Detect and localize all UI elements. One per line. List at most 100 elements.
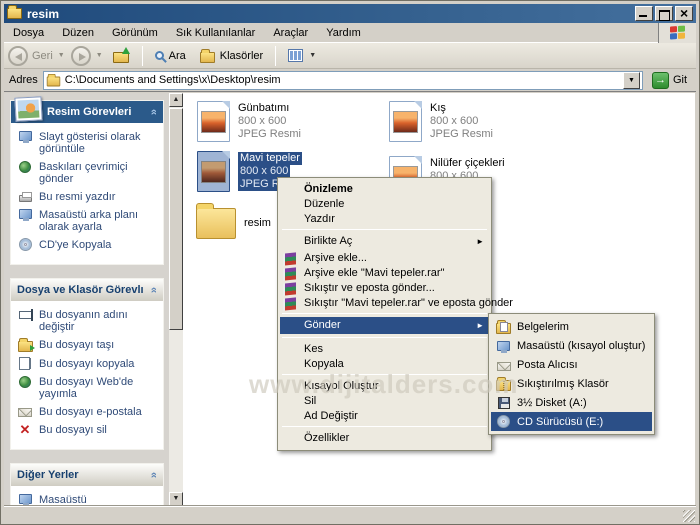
sendto-posta-alicisi[interactable]: Posta Alıcısı <box>491 355 652 374</box>
copy-icon <box>17 357 33 370</box>
task-copy-file[interactable]: Bu dosyayı kopyala <box>17 357 159 370</box>
scroll-down-button[interactable] <box>169 492 183 506</box>
file-name: Günbatımı <box>238 102 290 114</box>
forward-dropdown-icon[interactable]: ▼ <box>96 52 103 59</box>
back-button-label[interactable]: Geri <box>32 50 53 62</box>
menu-item-sil[interactable]: Sil <box>280 393 489 408</box>
send-to-submenu: Belgelerim Masaüstü (kısayol oluştur) Po… <box>488 313 655 435</box>
place-desktop[interactable]: Masaüstü <box>17 493 159 506</box>
task-order-prints[interactable]: Baskıları çevrimiçi gönder <box>17 160 159 185</box>
task-set-desktop-background[interactable]: Masaüstü arka planı olarak ayarla <box>17 208 159 233</box>
menu-sik-kullanilanlar[interactable]: Sık Kullanılanlar <box>167 24 265 42</box>
back-button-icon[interactable] <box>8 45 28 66</box>
toolbar-separator <box>275 45 277 66</box>
address-folder-icon <box>46 73 60 87</box>
address-path[interactable]: C:\Documents and Settings\x\Desktop\resi… <box>65 74 619 86</box>
menu-yardim[interactable]: Yardım <box>317 24 370 42</box>
back-dropdown-icon[interactable]: ▼ <box>58 52 65 59</box>
views-dropdown-icon: ▼ <box>309 52 317 59</box>
resize-grip[interactable] <box>683 510 695 522</box>
menu-item-kopyala[interactable]: Kopyala <box>280 356 489 371</box>
scrollbar-thumb[interactable] <box>169 108 183 330</box>
menu-item-gonder[interactable]: Gönder ► <box>280 317 489 334</box>
menu-item-arsive-ekle[interactable]: Arşive ekle... <box>280 250 489 266</box>
copy-cd-icon <box>17 238 33 251</box>
explorer-window: resim Dosya Düzen Görünüm Sık Kullanılan… <box>0 0 700 525</box>
menu-item-birlikte-ac[interactable]: Birlikte Aç ► <box>280 233 489 250</box>
file-name: Nilüfer çiçekleri <box>430 157 505 169</box>
task-move-file[interactable]: Bu dosyayı taşı <box>17 338 159 352</box>
views-button[interactable]: ▼ <box>283 47 323 64</box>
delete-icon: ✕ <box>19 422 31 437</box>
zipped-folder-icon <box>496 376 511 391</box>
collapse-chevron-icon[interactable] <box>151 106 157 118</box>
sendto-masaustu[interactable]: Masaüstü (kısayol oluştur) <box>491 336 652 355</box>
collapse-chevron-icon[interactable] <box>151 284 157 296</box>
toolbar-separator <box>141 45 143 66</box>
file-folder-tasks-title: Dosya ve Klasör Görevlı <box>17 284 144 296</box>
menu-item-ad-degistir[interactable]: Ad Değiştir <box>280 408 489 423</box>
menu-dosya[interactable]: Dosya <box>4 24 53 42</box>
folder-icon[interactable] <box>196 203 236 239</box>
sendto-cd-surucusu[interactable]: CD Sürücüsü (E:) <box>491 412 652 431</box>
maximize-button[interactable] <box>655 6 673 21</box>
file-dimensions: 800 x 600 <box>430 115 479 127</box>
menu-item-ozellikler[interactable]: Özellikler <box>280 430 489 447</box>
sendto-belgelerim[interactable]: Belgelerim <box>491 317 652 336</box>
menu-item-yazdir[interactable]: Yazdır <box>280 211 489 226</box>
desktop-icon <box>17 493 33 506</box>
submenu-arrow-icon: ► <box>476 237 484 246</box>
menu-item-sikistir-rar-eposta[interactable]: Sıkıştır "Mavi tepeler.rar" ve eposta gö… <box>280 295 513 311</box>
task-delete-file[interactable]: ✕ Bu dosyayı sil <box>17 423 159 436</box>
task-email-file[interactable]: Bu dosyayı e-postala <box>17 405 159 418</box>
menu-araclar[interactable]: Araçlar <box>264 24 317 42</box>
menu-item-onizleme[interactable]: Önizleme <box>280 181 489 196</box>
file-type: JPEG Resmi <box>430 128 493 140</box>
sendto-sikistirilmis-klasor[interactable]: Sıkıştırılmış Klasör <box>491 374 652 393</box>
go-label: Git <box>672 74 687 86</box>
folders-button[interactable]: Klasörler <box>195 47 268 65</box>
menu-item-arsive-ekle-rar[interactable]: Arşive ekle "Mavi tepeler.rar" <box>280 265 489 281</box>
scroll-up-button[interactable] <box>169 93 183 107</box>
up-button-icon[interactable] <box>112 46 131 63</box>
mail-recipient-icon <box>496 359 511 371</box>
sidebar-scrollbar[interactable] <box>169 93 183 506</box>
folders-icon <box>199 48 215 63</box>
collapse-chevron-icon[interactable] <box>151 469 157 481</box>
picture-tasks-panel: Resim Görevleri Slayt gösterisi olarak g… <box>10 96 164 265</box>
go-arrow-icon: → <box>651 71 669 89</box>
documents-folder-icon <box>496 319 511 334</box>
forward-button-icon[interactable] <box>70 45 91 66</box>
jpeg-file-icon[interactable] <box>197 101 230 142</box>
file-folder-tasks-header[interactable]: Dosya ve Klasör Görevlı <box>11 279 163 301</box>
minimize-button[interactable] <box>635 6 653 21</box>
address-dropdown-button[interactable]: ▼ <box>622 71 640 89</box>
status-bar <box>4 506 696 523</box>
jpeg-file-icon-selected[interactable] <box>197 151 230 192</box>
context-menu: Önizleme Düzenle Yazdır Birlikte Aç ► Ar… <box>277 177 513 451</box>
go-button[interactable]: → Git <box>648 71 691 90</box>
address-input[interactable]: C:\Documents and Settings\x\Desktop\resi… <box>42 70 643 90</box>
task-slideshow[interactable]: Slayt gösterisi olarak görüntüle <box>17 130 159 155</box>
sendto-disket[interactable]: 3½ Disket (A:) <box>491 393 652 412</box>
menu-gorunum[interactable]: Görünüm <box>103 24 167 42</box>
task-print-picture[interactable]: Bu resmi yazdır <box>17 190 159 203</box>
search-label: Ara <box>168 49 186 62</box>
menu-separator <box>282 374 487 375</box>
other-places-header[interactable]: Diğer Yerler <box>11 464 163 486</box>
menu-item-kes[interactable]: Kes <box>280 341 489 356</box>
publish-web-icon <box>17 375 33 400</box>
search-button[interactable]: Ara <box>150 48 191 64</box>
task-publish-web[interactable]: Bu dosyayı Web'de yayımla <box>17 375 159 400</box>
menu-item-kisayol-olustur[interactable]: Kısayol Oluştur <box>280 378 489 393</box>
close-button[interactable] <box>675 5 693 21</box>
folder-name: resim <box>244 217 271 229</box>
move-icon <box>17 338 35 352</box>
window-title: resim <box>27 6 60 21</box>
menu-item-sikistir-eposta[interactable]: Sıkıştır ve eposta gönder... <box>280 280 489 296</box>
task-copy-to-cd[interactable]: CD'ye Kopyala <box>17 238 159 251</box>
menu-item-duzenle[interactable]: Düzenle <box>280 196 489 211</box>
jpeg-file-icon[interactable] <box>389 101 422 142</box>
task-rename-file[interactable]: Bu dosyanın adını değiştir <box>17 308 159 333</box>
menu-duzen[interactable]: Düzen <box>53 24 103 42</box>
